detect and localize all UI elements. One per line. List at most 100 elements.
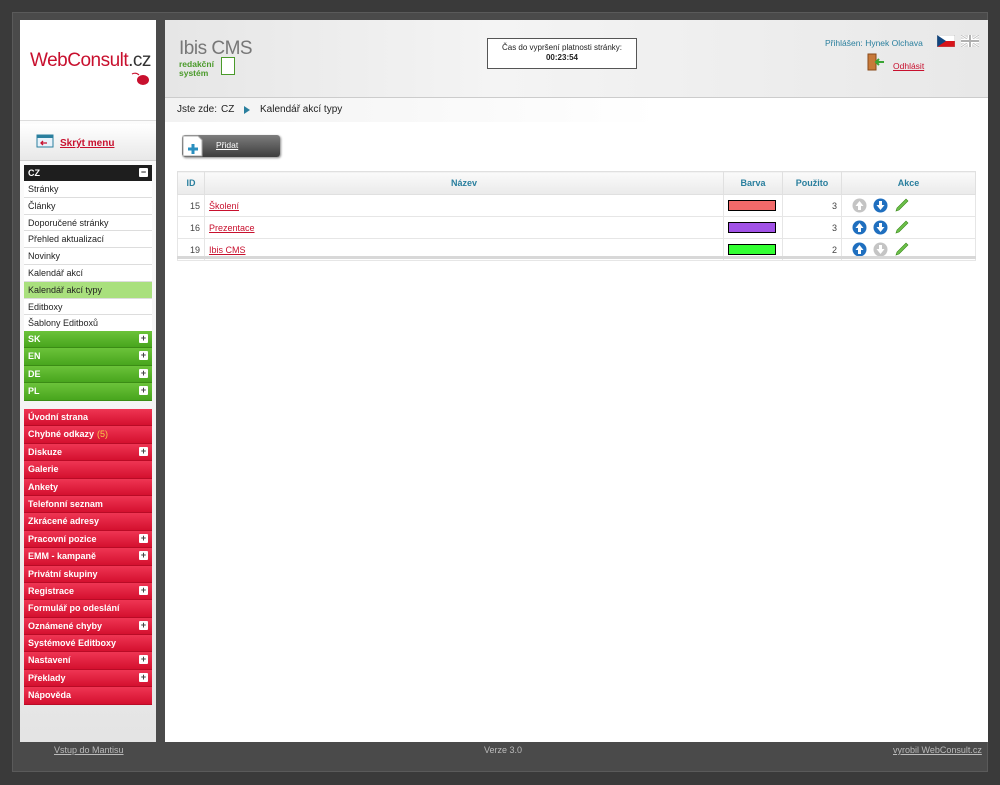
edit-pencil-icon[interactable] [894, 220, 909, 235]
module-item-label: Překlady [28, 672, 66, 683]
flag-cz-icon[interactable] [937, 35, 955, 47]
sidebar-item-1[interactable]: Články [24, 197, 152, 215]
expand-icon[interactable]: + [139, 446, 148, 456]
logo[interactable]: WebConsult.cz [20, 20, 156, 121]
table-footer-line [177, 256, 976, 259]
menu-lang-label: PL [28, 386, 40, 397]
module-item-8[interactable]: EMM - kampaně + [24, 548, 152, 566]
menu-cz: CZ − Stránky Články Doporučené stránky Přeh… [24, 165, 152, 333]
sidebar-item-7[interactable]: Editboxy [24, 298, 152, 316]
col-id[interactable]: ID [177, 171, 205, 195]
flag-en-icon[interactable] [961, 35, 979, 47]
menu-lang-0[interactable]: SK + [24, 331, 152, 349]
move-down-icon[interactable] [873, 220, 888, 235]
col-used[interactable]: Použito [782, 171, 842, 195]
module-item-label: Ankety [28, 481, 59, 492]
module-item-label: Oznámené chyby [28, 620, 103, 631]
color-swatch [728, 244, 776, 255]
sidebar-item-5[interactable]: Kalendář akcí [24, 264, 152, 282]
module-item-5[interactable]: Telefonní seznam [24, 495, 152, 514]
menu-lang-cz[interactable]: CZ − [24, 165, 152, 181]
module-item-4[interactable]: Ankety [24, 478, 152, 496]
module-item-label: Galerie [28, 464, 59, 475]
edit-pencil-icon[interactable] [894, 198, 909, 213]
expand-icon[interactable]: + [139, 551, 148, 561]
menu-languages: SK + EN + DE + PL + [24, 331, 152, 401]
module-item-1[interactable]: Chybné odkazy (5) [24, 426, 152, 444]
expand-icon[interactable]: + [139, 585, 148, 595]
module-item-label: Formulář po odeslání [28, 603, 120, 614]
move-up-icon[interactable] [852, 242, 867, 257]
sidebar-item-2[interactable]: Doporučené stránky [24, 214, 152, 232]
expand-icon[interactable]: + [139, 655, 148, 665]
module-item-12[interactable]: Oznámené chyby + [24, 617, 152, 636]
type-name-link[interactable]: Ibis CMS [209, 245, 246, 255]
expand-icon[interactable]: + [139, 351, 148, 361]
module-item-label: EMM - kampaně [28, 551, 97, 562]
type-name-link[interactable]: Školení [209, 201, 239, 211]
move-up-icon[interactable] [852, 220, 867, 235]
expand-icon[interactable]: + [139, 533, 148, 543]
module-item-13[interactable]: Systémové Editboxy [24, 635, 152, 653]
module-item-9[interactable]: Privátní skupiny [24, 565, 152, 583]
breadcrumb-arrow-icon [244, 106, 250, 114]
module-item-6[interactable]: Zkrácené adresy [24, 513, 152, 531]
cell-actions [841, 194, 976, 217]
sidebar-item-3[interactable]: Přehled aktualizací [24, 231, 152, 249]
expand-icon[interactable]: + [139, 672, 148, 682]
cell-color [723, 216, 783, 239]
menu-lang-3[interactable]: PL + [24, 383, 152, 401]
menu-lang-2[interactable]: DE + [24, 365, 152, 384]
type-name-link[interactable]: Prezentace [209, 223, 255, 233]
sidebar-item-6[interactable]: Kalendář akcí typy [24, 281, 152, 299]
timer-label: Čas do vypršení platnosti stránky: [501, 43, 623, 52]
sidebar-item-4[interactable]: Novinky [24, 248, 152, 265]
expand-icon[interactable]: + [139, 620, 148, 630]
module-item-16[interactable]: Nápověda [24, 687, 152, 705]
module-item-11[interactable]: Formulář po odeslání [24, 600, 152, 618]
sidebar-item-label: Doporučené stránky [28, 217, 109, 228]
module-item-7[interactable]: Pracovní pozice + [24, 530, 152, 549]
breadcrumb-level1[interactable]: CZ [221, 104, 234, 115]
module-item-label: Úvodní strana [28, 412, 89, 422]
module-item-14[interactable]: Nastavení + [24, 652, 152, 670]
collapse-icon[interactable]: − [139, 168, 148, 177]
move-down-icon[interactable] [873, 198, 888, 213]
sidebar-item-label: Kalendář akcí typy [28, 284, 103, 295]
breadcrumb-prefix: Jste zde: [177, 104, 218, 115]
move-up-icon [852, 198, 867, 213]
move-down-icon [873, 242, 888, 257]
module-item-10[interactable]: Registrace + [24, 582, 152, 601]
module-item-label: Registrace [28, 585, 75, 596]
module-item-2[interactable]: Diskuze + [24, 443, 152, 462]
module-item-15[interactable]: Překlady + [24, 669, 152, 688]
menu-lang-label: SK [28, 334, 41, 344]
hide-menu-link[interactable]: Skrýt menu [60, 138, 114, 149]
sidebar-item-0[interactable]: Stránky [24, 181, 152, 198]
logout-icon[interactable] [865, 52, 885, 72]
logged-user: Přihlášen: Hynek Olchava [825, 38, 923, 48]
sidebar-item-8[interactable]: Šablony Editboxů [24, 315, 152, 333]
module-item-label: Pracovní pozice [28, 533, 97, 544]
col-name[interactable]: Název [204, 171, 724, 195]
breadcrumb-level2: Kalendář akcí typy [260, 104, 343, 115]
module-item-0[interactable]: Úvodní strana [24, 409, 152, 427]
logout-link[interactable]: Odhlásit [893, 61, 924, 71]
sidebar: WebConsult.cz Skrýt menu CZ − Stránky Člá… [20, 20, 156, 742]
expand-icon[interactable]: + [139, 334, 148, 343]
add-button[interactable]: Přidat [182, 135, 280, 157]
mantis-link[interactable]: Vstup do Mantisu [54, 745, 124, 755]
author-link[interactable]: vyrobil WebConsult.cz [893, 745, 982, 755]
breadcrumb: Jste zde: CZ Kalendář akcí typy [165, 98, 988, 122]
expand-icon[interactable]: + [139, 386, 148, 396]
cell-name: Prezentace [204, 216, 724, 239]
cell-actions [841, 216, 976, 239]
module-item-3[interactable]: Galerie [24, 461, 152, 479]
menu-lang-1[interactable]: EN + [24, 348, 152, 366]
logo-text: WebConsult.cz [30, 50, 151, 72]
module-item-label: Nápověda [28, 690, 72, 701]
expand-icon[interactable]: + [139, 368, 148, 378]
edit-pencil-icon[interactable] [894, 242, 909, 257]
cell-id: 15 [177, 194, 205, 217]
col-color[interactable]: Barva [723, 171, 783, 195]
